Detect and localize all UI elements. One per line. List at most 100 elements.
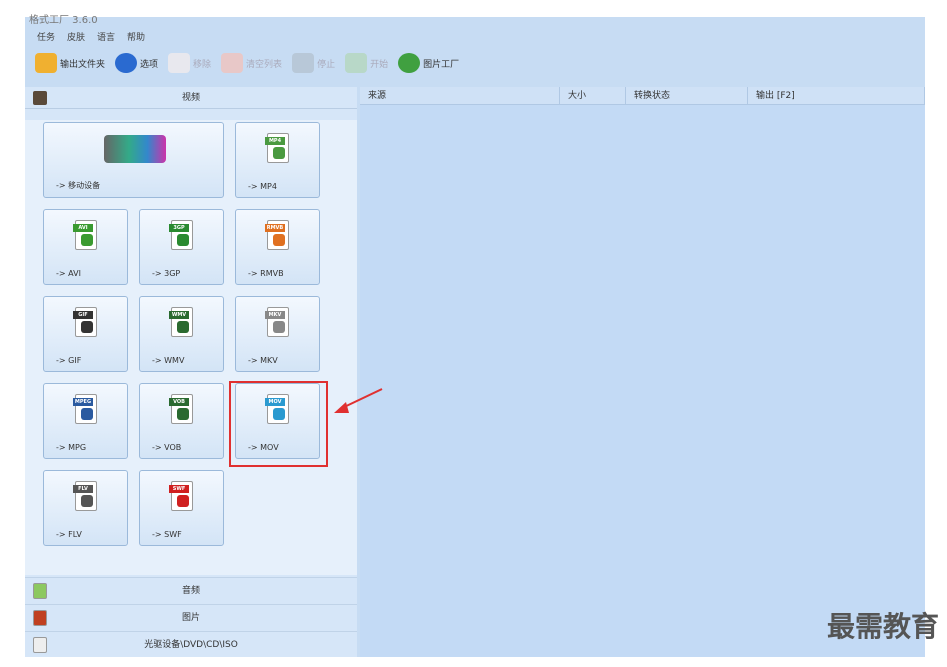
- menu-item[interactable]: 任务: [37, 30, 55, 43]
- format-tile[interactable]: MP4 -> MP4: [235, 122, 320, 198]
- swf-file-icon: SWF: [169, 481, 193, 511]
- folder-icon: [35, 53, 57, 73]
- mpeg-file-icon: MPEG: [73, 394, 97, 424]
- format-tile-label: -> WMV: [152, 356, 185, 365]
- toolbar-button-5[interactable]: 开始: [345, 53, 388, 73]
- format-tile[interactable]: MPEG -> MPG: [43, 383, 128, 459]
- menu-bar: 任务 皮肤 语言 帮助: [37, 30, 145, 43]
- toolbar-button-label: 选项: [140, 59, 159, 70]
- video-icon: [33, 91, 47, 105]
- format-tile[interactable]: GIF -> GIF: [43, 296, 128, 372]
- category-label: 音频: [181, 586, 200, 596]
- format-glyph: [273, 147, 285, 159]
- format-badge: FLV: [73, 485, 93, 493]
- format-tile-label: -> RMVB: [248, 269, 284, 278]
- format-glyph: [177, 234, 189, 246]
- format-tile-label: -> SWF: [152, 530, 182, 539]
- format-badge: 3GP: [169, 224, 189, 232]
- 3gp-file-icon: 3GP: [169, 220, 193, 250]
- toolbar-button-4[interactable]: 停止: [292, 53, 335, 73]
- category-label: 光驱设备\DVD\CD\ISO: [144, 640, 238, 650]
- vob-file-icon: VOB: [169, 394, 193, 424]
- format-tile[interactable]: VOB -> VOB: [139, 383, 224, 459]
- picture-icon: [33, 610, 47, 626]
- format-glyph: [177, 321, 189, 333]
- format-tile[interactable]: SWF -> SWF: [139, 470, 224, 546]
- window-title: 格式工厂 3.6.0: [29, 15, 98, 26]
- format-tile[interactable]: RMVB -> RMVB: [235, 209, 320, 285]
- start-icon: [345, 53, 368, 73]
- toolbar-button-1[interactable]: 选项: [115, 53, 158, 73]
- format-badge: WMV: [169, 311, 189, 319]
- clear-icon: [221, 53, 244, 73]
- remove-icon: [168, 53, 191, 73]
- format-tile-label: -> MKV: [248, 356, 278, 365]
- format-glyph: [177, 495, 189, 507]
- picture-factory-icon: [398, 53, 421, 73]
- format-glyph: [81, 321, 93, 333]
- menu-item[interactable]: 皮肤: [67, 30, 85, 43]
- column-header[interactable]: 大小: [560, 87, 626, 104]
- flv-file-icon: FLV: [73, 481, 97, 511]
- video-format-grid: -> 移动设备 MP4 -> MP4 AVI -> AVI 3GP -> 3GP RMVB ->…: [25, 120, 357, 575]
- format-glyph: [273, 321, 285, 333]
- format-badge: VOB: [169, 398, 189, 406]
- format-tile[interactable]: FLV -> FLV: [43, 470, 128, 546]
- format-tile[interactable]: MKV -> MKV: [235, 296, 320, 372]
- format-badge: MP4: [265, 137, 285, 145]
- toolbar-button-label: 开始: [370, 59, 389, 70]
- format-factory-window: 格式工厂 3.6.0 任务 皮肤 语言 帮助 输出文件夹 选项 移除 清空列表 停止 开始 图片工…: [25, 15, 925, 657]
- format-tile[interactable]: WMV -> WMV: [139, 296, 224, 372]
- format-glyph: [81, 408, 93, 420]
- format-badge: GIF: [73, 311, 93, 319]
- mkv-file-icon: MKV: [265, 307, 289, 337]
- toolbar: 输出文件夹 选项 移除 清空列表 停止 开始 图片工厂: [35, 53, 459, 73]
- format-tile[interactable]: AVI -> AVI: [43, 209, 128, 285]
- mp4-file-icon: MP4: [265, 133, 289, 163]
- rmvb-file-icon: RMVB: [265, 220, 289, 250]
- mobile-device-icon: [104, 135, 166, 163]
- category-label: 图片: [181, 613, 200, 623]
- music-icon: [33, 583, 47, 599]
- format-tile[interactable]: -> 移动设备: [43, 122, 224, 198]
- task-list: 来源 大小 转换状态 输出 [F2]: [360, 87, 925, 657]
- format-glyph: [273, 234, 285, 246]
- format-tile[interactable]: 3GP -> 3GP: [139, 209, 224, 285]
- toolbar-button-label: 清空列表: [246, 59, 283, 70]
- gear-icon: [115, 53, 138, 73]
- format-glyph: [81, 495, 93, 507]
- format-tile-label: -> AVI: [56, 269, 81, 278]
- format-tile-label: -> VOB: [152, 443, 182, 452]
- video-category-header[interactable]: 视频: [25, 87, 357, 109]
- highlight-box: [229, 381, 328, 467]
- column-header[interactable]: 输出 [F2]: [748, 87, 925, 104]
- category-music[interactable]: 音频: [25, 577, 357, 603]
- toolbar-button-label: 图片工厂: [423, 59, 460, 70]
- format-badge: SWF: [169, 485, 189, 493]
- menu-item[interactable]: 帮助: [127, 30, 145, 43]
- stop-icon: [292, 53, 315, 73]
- toolbar-button-0[interactable]: 输出文件夹: [35, 53, 105, 73]
- avi-file-icon: AVI: [73, 220, 97, 250]
- format-tile-label: -> MP4: [248, 182, 277, 191]
- toolbar-button-label: 输出文件夹: [60, 59, 106, 70]
- toolbar-button-6[interactable]: 图片工厂: [398, 53, 459, 73]
- format-tile-label: -> FLV: [56, 530, 82, 539]
- format-badge: MKV: [265, 311, 285, 319]
- wmv-file-icon: WMV: [169, 307, 193, 337]
- toolbar-button-3[interactable]: 清空列表: [221, 53, 282, 73]
- toolbar-button-label: 移除: [193, 59, 212, 70]
- format-tile-label: -> 3GP: [152, 269, 181, 278]
- video-category-label: 视频: [181, 93, 200, 103]
- format-badge: AVI: [73, 224, 93, 232]
- column-header[interactable]: 转换状态: [626, 87, 748, 104]
- gif-file-icon: GIF: [73, 307, 97, 337]
- category-disc-drive[interactable]: 光驱设备\DVD\CD\ISO: [25, 631, 357, 657]
- column-header[interactable]: 来源: [360, 87, 560, 104]
- format-badge: MPEG: [73, 398, 93, 406]
- toolbar-button-2[interactable]: 移除: [168, 53, 211, 73]
- menu-item[interactable]: 语言: [97, 30, 115, 43]
- category-picture[interactable]: 图片: [25, 604, 357, 630]
- format-tile-label: -> 移动设备: [56, 181, 101, 190]
- format-glyph: [177, 408, 189, 420]
